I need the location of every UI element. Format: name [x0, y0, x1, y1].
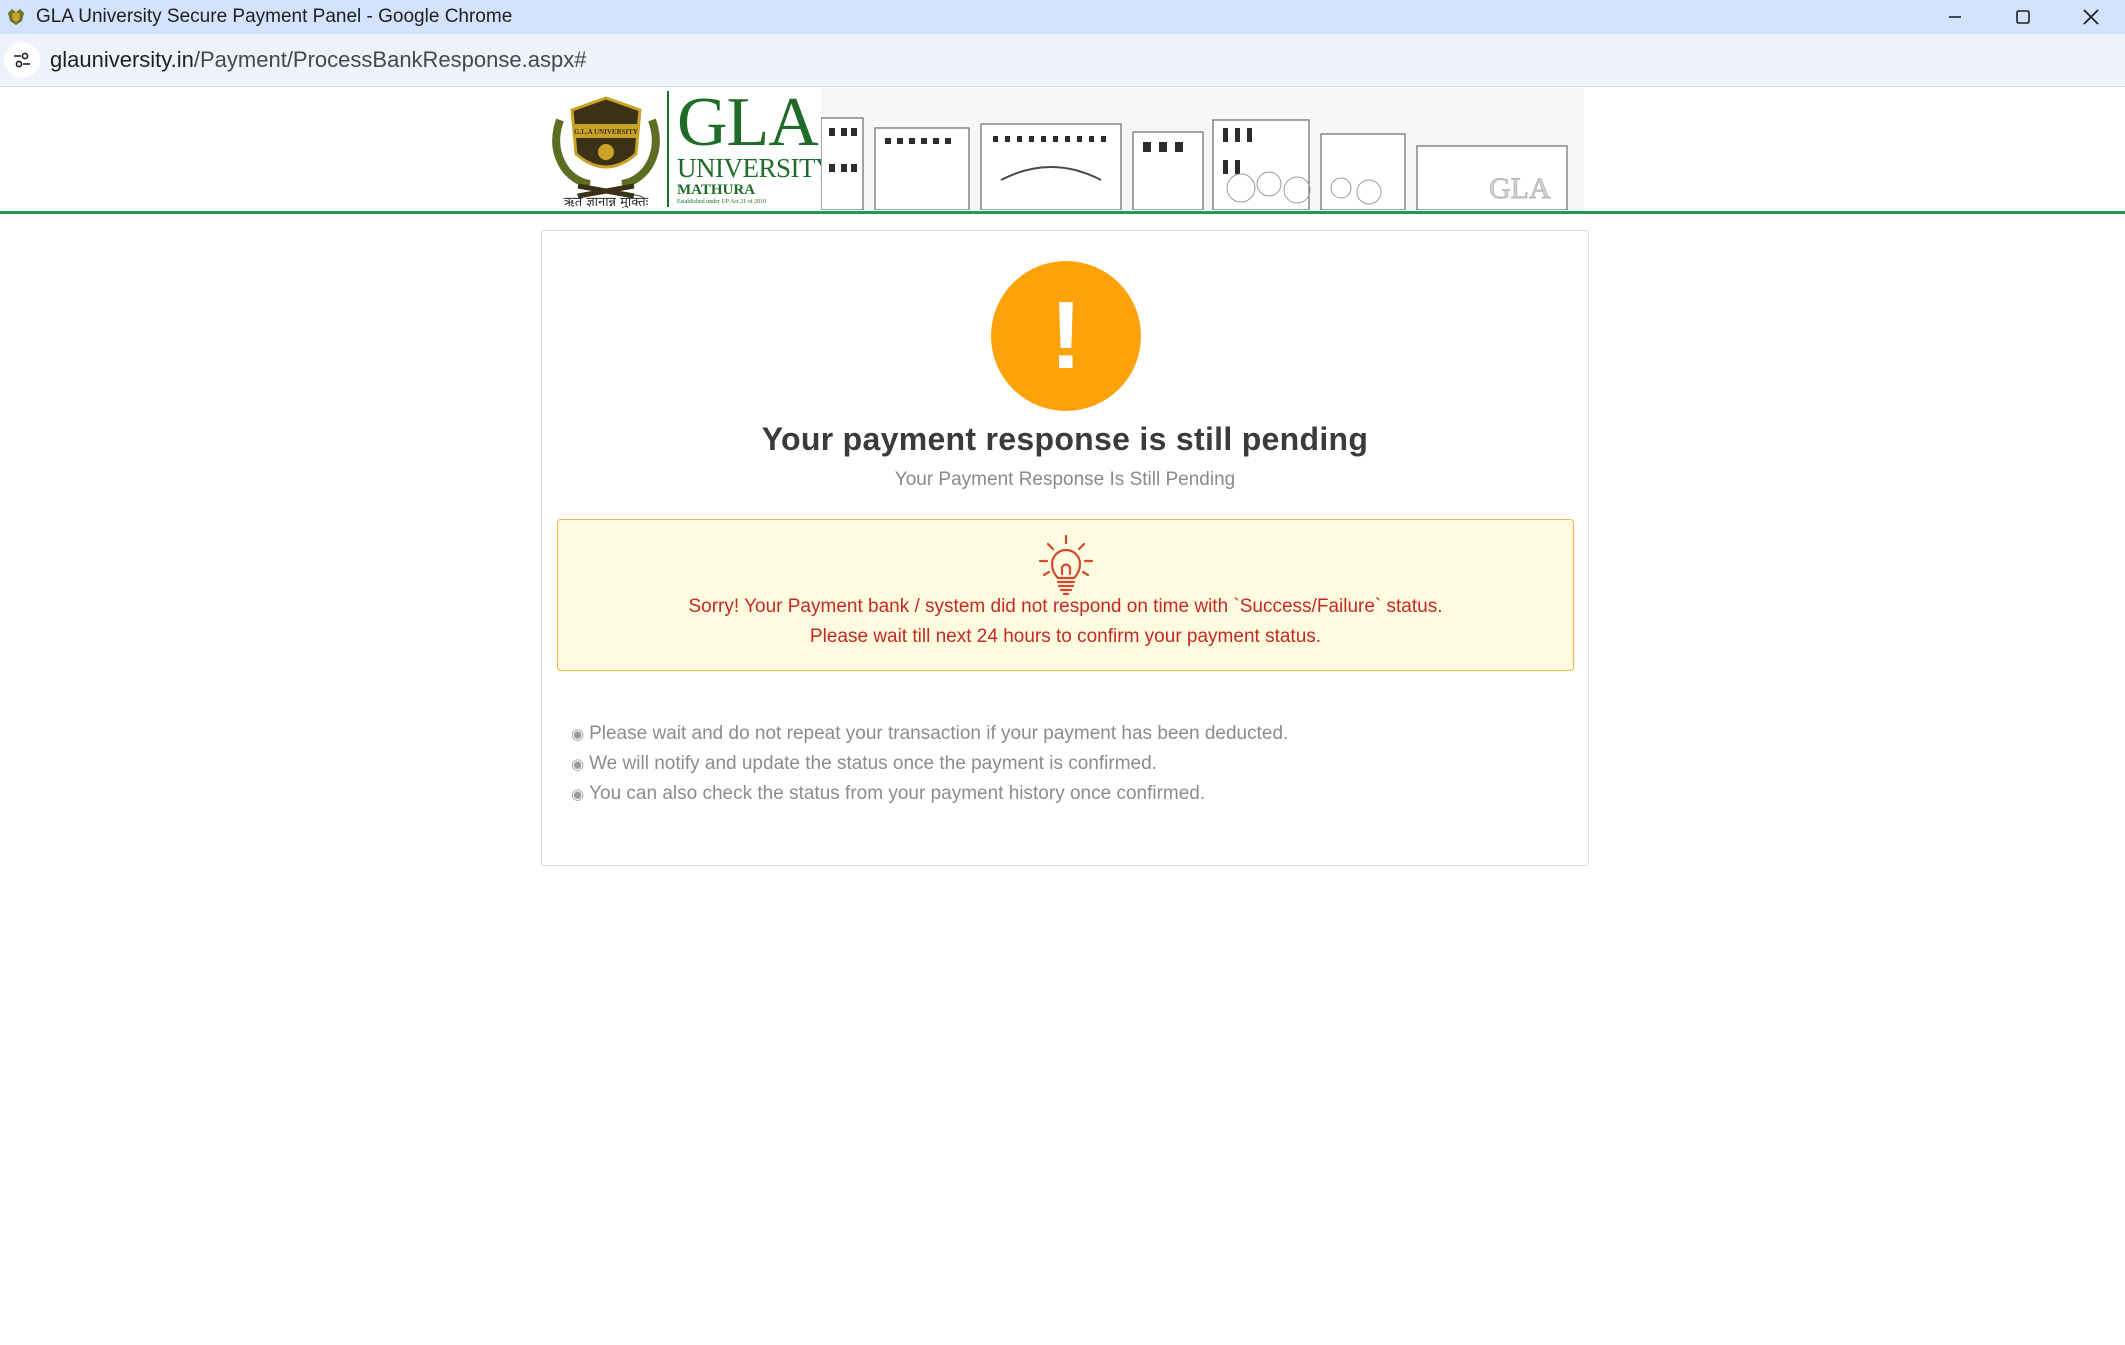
browser-title-bar: GLA University Secure Payment Panel - Go…: [0, 0, 2125, 34]
info-note-text: Please wait and do not repeat your trans…: [589, 723, 1289, 744]
warning-icon: !: [991, 261, 1141, 411]
info-note: ◉ You can also check the status from your…: [571, 779, 1288, 809]
maximize-button[interactable]: [1989, 0, 2057, 34]
tune-icon: [14, 52, 30, 68]
university-banner: G.L.A UNIVERSITY ऋते ज्ञानान्न मुक्तिः G…: [545, 88, 1590, 210]
close-icon: [2083, 9, 2099, 25]
url-path: /Payment/ProcessBankResponse.aspx#: [193, 47, 587, 72]
page-subtitle: Your Payment Response Is Still Pending: [894, 469, 1236, 490]
header-divider: [0, 211, 2125, 214]
logo-subtitle: UNIVERSITY: [677, 153, 835, 183]
info-note-text: You can also check the status from your …: [589, 783, 1206, 804]
lightbulb-icon: [1038, 534, 1094, 596]
emblem-motto: ऋते ज्ञानान्न मुक्तिः: [564, 194, 649, 208]
minimize-icon: [1949, 16, 1961, 18]
radio-bullet-icon: ◉: [571, 726, 585, 743]
window-title: GLA University Secure Payment Panel - Go…: [36, 6, 513, 27]
site-info-button[interactable]: [4, 42, 40, 78]
radio-bullet-icon: ◉: [571, 756, 585, 773]
info-notes-list: ◉ Please wait and do not repeat your tran…: [571, 719, 1288, 809]
logo-city: MATHURA: [677, 182, 756, 198]
university-emblem: G.L.A UNIVERSITY ऋते ज्ञानान्न मुक्तिः: [545, 88, 667, 210]
alert-message-line2: Please wait till next 24 hours to confir…: [809, 626, 1322, 647]
page-title: Your payment response is still pending: [761, 421, 1369, 457]
info-note: ◉ Please wait and do not repeat your tran…: [571, 719, 1288, 749]
university-wordmark: GLA UNIVERSITY MATHURA Established under…: [669, 88, 835, 210]
radio-bullet-icon: ◉: [571, 786, 585, 803]
gla-favicon-icon: [4, 5, 28, 29]
logo-title: GLA: [677, 88, 819, 161]
close-button[interactable]: [2057, 0, 2125, 34]
campus-watermark: GLA: [1489, 172, 1551, 205]
payment-status-card: ! Your payment response is still pending…: [541, 230, 1589, 866]
maximize-icon: [2016, 10, 2030, 24]
url-text[interactable]: glauniversity.in/Payment/ProcessBankResp…: [50, 47, 586, 73]
url-domain: glauniversity.in: [50, 47, 194, 72]
minimize-button[interactable]: [1921, 0, 1989, 34]
alert-message-line1: Sorry! Your Payment bank / system did no…: [688, 596, 1443, 617]
info-note: ◉ We will notify and update the status on…: [571, 749, 1288, 779]
info-note-text: We will notify and update the status onc…: [589, 753, 1157, 774]
pending-alert: Sorry! Your Payment bank / system did no…: [557, 519, 1574, 671]
campus-sketch-image: GLA: [820, 88, 1590, 210]
logo-established: Established under UP Act 21 of 2010: [677, 199, 767, 205]
address-bar[interactable]: glauniversity.in/Payment/ProcessBankResp…: [0, 34, 2125, 87]
emblem-ribbon-text: G.L.A UNIVERSITY: [574, 128, 638, 136]
